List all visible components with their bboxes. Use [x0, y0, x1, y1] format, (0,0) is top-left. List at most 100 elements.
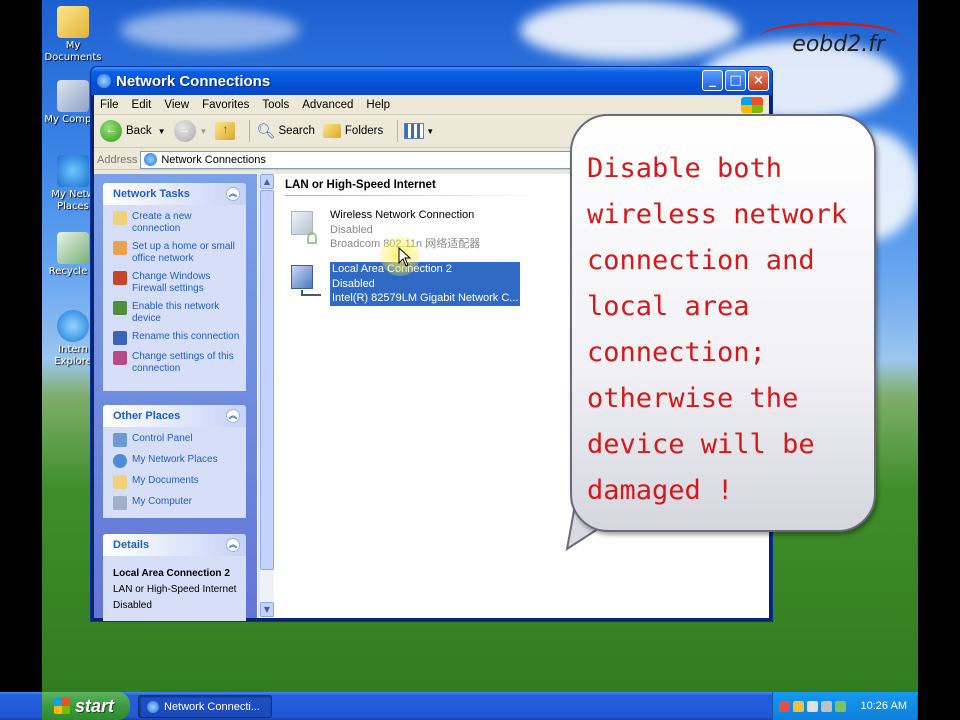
- network-places-icon: [113, 454, 127, 468]
- folders-button[interactable]: Folders: [322, 124, 384, 138]
- network-folder-icon: [144, 153, 158, 166]
- rename-icon: [113, 331, 127, 345]
- task-pane: Network Tasks ︽ Create a new connection …: [94, 174, 257, 621]
- task-rename-connection[interactable]: Rename this connection: [113, 331, 240, 345]
- place-label: Control Panel: [132, 433, 193, 444]
- desktop-icon-my-documents[interactable]: My Documents: [42, 6, 104, 64]
- callout-line: otherwise the: [587, 383, 799, 414]
- my-computer-icon: [57, 80, 89, 112]
- forward-dropdown-icon[interactable]: ▼: [200, 127, 208, 136]
- collapse-chevron-icon[interactable]: ︽: [226, 409, 240, 423]
- scroll-up-icon[interactable]: ▲: [260, 174, 274, 189]
- task-enable-device[interactable]: Enable this network device: [113, 301, 240, 325]
- folders-label: Folders: [344, 125, 384, 137]
- menu-file[interactable]: File: [100, 99, 119, 111]
- menu-help[interactable]: Help: [366, 99, 390, 111]
- tray-shield-icon[interactable]: [835, 700, 846, 712]
- selected-connection-text: Local Area Connection 2 Disabled Intel(R…: [330, 262, 521, 306]
- menu-favorites[interactable]: Favorites: [202, 99, 249, 111]
- close-button[interactable]: ×: [748, 70, 769, 91]
- scroll-down-icon[interactable]: ▼: [260, 602, 274, 617]
- wireless-connection-icon: [287, 208, 327, 248]
- network-tasks-title: Network Tasks: [113, 188, 190, 200]
- place-my-network-places[interactable]: My Network Places: [113, 454, 240, 468]
- menu-tools[interactable]: Tools: [262, 99, 289, 111]
- task-create-connection[interactable]: Create a new connection: [113, 211, 240, 235]
- details-header[interactable]: Details ︽: [103, 534, 246, 556]
- cloud: [520, 0, 740, 60]
- start-button[interactable]: start: [42, 692, 130, 720]
- details-title: Details: [113, 539, 150, 551]
- details-panel: Details ︽ Local Area Connection 2 LAN or…: [103, 534, 246, 621]
- collapse-chevron-icon[interactable]: ︽: [226, 538, 240, 552]
- place-my-computer[interactable]: My Computer: [113, 496, 240, 510]
- views-dropdown-icon: ▼: [426, 126, 435, 136]
- place-label: My Computer: [132, 496, 193, 507]
- settings-icon: [113, 351, 127, 365]
- toolbar-separator: [249, 120, 251, 142]
- cloud: [120, 10, 300, 50]
- task-firewall-settings[interactable]: Change Windows Firewall settings: [113, 271, 240, 295]
- views-button[interactable]: ▼: [404, 123, 434, 139]
- other-places-panel: Other Places ︽ Control Panel My Network …: [103, 405, 246, 518]
- back-label: Back: [126, 125, 152, 137]
- lan-connection-icon: [287, 262, 327, 302]
- place-label: My Documents: [132, 475, 199, 486]
- task-home-network[interactable]: Set up a home or small office network: [113, 241, 240, 265]
- details-type: LAN or High-Speed Internet: [113, 584, 237, 595]
- task-pane-scrollbar[interactable]: ▲ ▼: [258, 174, 274, 618]
- address-value: Network Connections: [161, 153, 266, 166]
- internet-explorer-icon: [57, 310, 89, 342]
- callout-line: local area: [587, 291, 750, 322]
- my-documents-icon: [57, 6, 89, 38]
- task-label: Change settings of this connection: [132, 351, 234, 374]
- back-button[interactable]: ← Back ▼: [100, 120, 166, 142]
- views-icon: [404, 123, 425, 139]
- search-button[interactable]: 🔍︎ Search: [256, 122, 314, 140]
- place-my-documents[interactable]: My Documents: [113, 475, 240, 489]
- task-label: Enable this network device: [132, 301, 220, 324]
- tray-volume-icon[interactable]: [821, 700, 832, 712]
- clock: 10:26 AM: [860, 700, 907, 712]
- group-header: LAN or High-Speed Internet: [285, 179, 436, 191]
- window-titlebar[interactable]: Network Connections: [91, 67, 772, 95]
- tray-app-icon[interactable]: [779, 700, 790, 712]
- connection-device: Intel(R) 82579LM Gigabit Network C...: [332, 292, 519, 304]
- network-connections-icon: [147, 700, 159, 713]
- network-tasks-header[interactable]: Network Tasks ︽: [103, 183, 246, 205]
- back-dropdown-icon[interactable]: ▼: [158, 127, 166, 136]
- up-folder-button[interactable]: ↑: [215, 122, 236, 140]
- details-name: Local Area Connection 2: [113, 568, 230, 579]
- instruction-callout: Disable both wireless network connection…: [570, 114, 876, 532]
- taskbar-item-network-connections[interactable]: Network Connecti...: [138, 695, 272, 718]
- menu-advanced[interactable]: Advanced: [302, 99, 353, 111]
- toolbar-separator: [397, 120, 399, 142]
- menu-view[interactable]: View: [164, 99, 189, 111]
- tray-network-icon[interactable]: [807, 700, 818, 712]
- menu-edit[interactable]: Edit: [132, 99, 152, 111]
- place-control-panel[interactable]: Control Panel: [113, 433, 240, 447]
- callout-line: wireless network: [587, 199, 848, 230]
- connection-status: Disabled: [332, 277, 375, 290]
- logo-text: eobd2.fr: [792, 32, 885, 57]
- task-change-settings[interactable]: Change settings of this connection: [113, 351, 240, 375]
- tray-app-icon[interactable]: [793, 700, 804, 712]
- collapse-chevron-icon[interactable]: ︽: [226, 187, 240, 201]
- search-label: Search: [278, 125, 315, 137]
- callout-line: device will be: [587, 429, 815, 460]
- details-status: Disabled: [113, 600, 152, 611]
- other-places-header[interactable]: Other Places ︽: [103, 405, 246, 427]
- minimize-button[interactable]: _: [702, 70, 723, 91]
- scrollbar-thumb[interactable]: [260, 190, 274, 570]
- home-network-icon: [113, 241, 127, 255]
- windows-logo-icon: [741, 96, 763, 113]
- desktop-icon-label: My Documents: [44, 40, 102, 63]
- forward-arrow-icon: →: [173, 120, 196, 142]
- task-label: Rename this connection: [132, 331, 240, 342]
- maximize-button[interactable]: □: [725, 70, 746, 91]
- forward-button[interactable]: → ▼: [173, 120, 208, 142]
- my-documents-icon: [113, 475, 127, 489]
- control-panel-icon: [113, 433, 127, 447]
- group-divider: [285, 195, 545, 196]
- callout-line: damaged !: [587, 475, 734, 506]
